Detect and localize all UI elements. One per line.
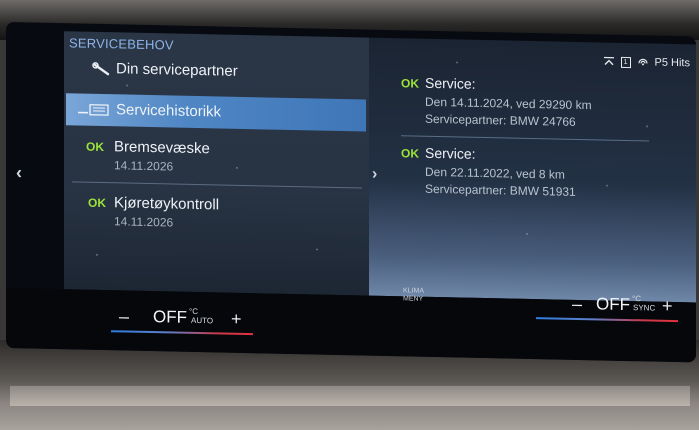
climate-control-left: – OFF °C AUTO + bbox=[111, 304, 256, 337]
dust-speck bbox=[96, 253, 98, 256]
status-bar: 1 P5 Hits bbox=[603, 52, 690, 72]
back-chevron-icon[interactable]: ‹ bbox=[16, 162, 22, 183]
service-partner: Servicepartner: BMW 51931 bbox=[425, 181, 576, 199]
ok-status-badge: OK bbox=[401, 76, 419, 91]
menu-item-date: 14.11.2026 bbox=[114, 158, 174, 174]
dust-speck bbox=[526, 232, 528, 235]
service-title: Service: bbox=[425, 74, 476, 92]
service-title: Service: bbox=[425, 144, 476, 162]
dust-speck bbox=[236, 166, 238, 169]
ok-status-badge: OK bbox=[88, 195, 106, 211]
infotainment-screen: ‹ SERVICEBEHOV Din servicepartner Servic… bbox=[6, 22, 696, 363]
temp-increase-button[interactable]: + bbox=[231, 309, 242, 330]
dashboard-strip bbox=[10, 385, 690, 406]
temp-gradient-bar bbox=[111, 330, 253, 336]
climate-menu-button[interactable]: KLIMA MENY bbox=[403, 287, 424, 303]
dust-speck bbox=[606, 184, 608, 187]
menu-item-service-history[interactable]: Servicehistorikk bbox=[66, 93, 366, 132]
service-detail: Den 22.11.2022, ved 8 km bbox=[425, 164, 565, 182]
temp-decrease-button[interactable]: – bbox=[572, 294, 582, 315]
temp-value: OFF bbox=[596, 294, 630, 315]
service-history-icon bbox=[78, 104, 109, 116]
caret-up-icon bbox=[603, 56, 614, 66]
ok-status-badge: OK bbox=[86, 139, 104, 155]
dust-speck bbox=[126, 84, 128, 87]
page-title: SERVICEBEHOV bbox=[69, 35, 174, 53]
notification-badge: 1 bbox=[620, 56, 631, 68]
dust-speck bbox=[456, 61, 458, 64]
radio-signal-icon bbox=[637, 58, 648, 65]
climate-menu-label: MENY bbox=[403, 295, 424, 303]
menu-item-vehicle-check[interactable]: OK Kjøretøykontroll 14.11.2026 bbox=[66, 185, 366, 251]
menu-item-label: Kjøretøykontroll bbox=[114, 194, 220, 214]
radio-station-label: P5 Hits bbox=[654, 56, 690, 70]
expand-chevron-icon[interactable]: › bbox=[372, 166, 377, 184]
temp-value: OFF bbox=[153, 307, 187, 327]
service-detail: Den 14.11.2024, ved 29290 km bbox=[425, 94, 592, 113]
menu-item-label: Din servicepartner bbox=[116, 60, 238, 80]
menu-item-date: 14.11.2026 bbox=[114, 214, 174, 230]
temp-unit: °C bbox=[189, 306, 198, 317]
climate-control-right: – OFF °C SYNC + bbox=[536, 292, 686, 325]
temp-unit: °C bbox=[632, 294, 641, 304]
dust-speck bbox=[646, 125, 648, 128]
climate-mode: AUTO bbox=[191, 315, 214, 326]
climate-mode: SYNC bbox=[633, 303, 656, 313]
temp-increase-button[interactable]: + bbox=[662, 296, 673, 317]
menu-item-label: Servicehistorikk bbox=[116, 101, 222, 121]
menu-item-label: Bremsevæske bbox=[114, 138, 210, 158]
wrench-icon bbox=[92, 62, 110, 76]
temp-decrease-button[interactable]: – bbox=[119, 306, 129, 327]
service-partner: Servicepartner: BMW 24766 bbox=[425, 111, 576, 129]
service-entry[interactable]: OK Service: Den 22.11.2022, ved 8 km Ser… bbox=[401, 144, 691, 220]
ok-status-badge: OK bbox=[401, 146, 419, 161]
dust-speck bbox=[316, 248, 318, 251]
